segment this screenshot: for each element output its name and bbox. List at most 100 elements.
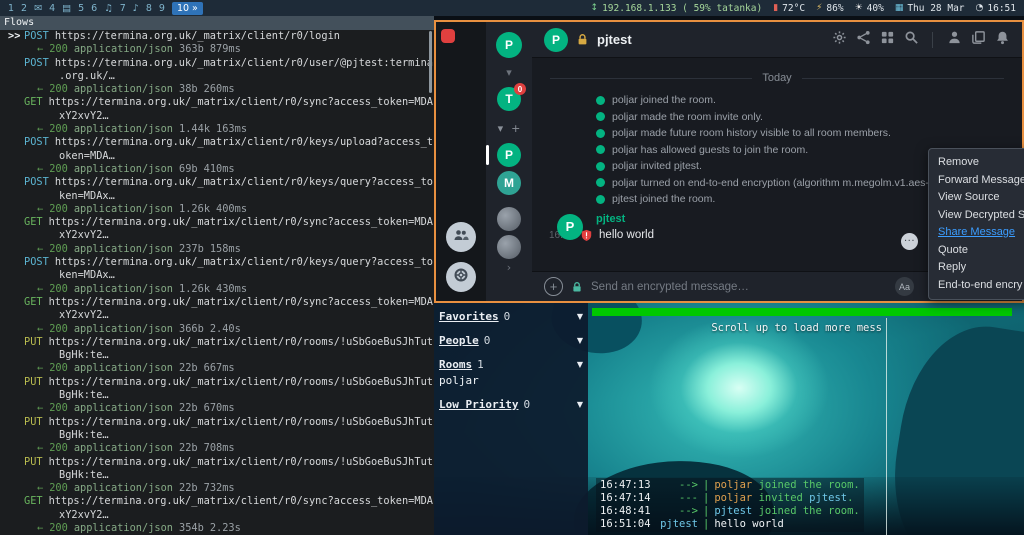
response-time: 708ms [204,442,235,454]
flow-row[interactable]: POSThttps://termina.org.uk/_matrix/clien… [0,57,434,97]
collapse-arrow-icon[interactable]: ▼ [577,360,583,369]
share-room-button[interactable] [855,32,871,48]
collapse-icon[interactable]: ▾ [498,123,504,135]
desktop: 12 ✉ 4 ▤ 56 ♫ 7 ♪ 89 10 » ↕192.168.1.133 ( 59% ta… [0,0,1024,535]
integrations-button[interactable] [879,32,895,48]
flow-row[interactable]: PUThttps://termina.org.uk/_matrix/client… [0,376,434,416]
flow-row[interactable]: GEThttps://termina.org.uk/_matrix/client… [0,296,434,336]
workspace-13[interactable]: 10 » [172,2,203,15]
flow-row[interactable]: POSThttps://termina.org.uk/_matrix/clien… [0,136,434,176]
http-method: GET [24,216,43,228]
http-method: POST [24,176,49,188]
menu-item-quote[interactable]: Quote [929,242,1024,260]
menu-item-share-message[interactable]: Share Message [929,224,1024,242]
response-time: 667ms [204,362,235,374]
collapse-arrow-icon[interactable]: ▼ [577,336,583,345]
workspace-3[interactable]: ✉ [34,3,42,14]
message-input[interactable]: Send an encrypted message… [591,281,887,293]
community-avatar-main[interactable]: P [496,32,522,58]
workspace-4[interactable]: 4 [49,3,55,14]
flow-response-line: ←200application/json1.44k163ms [0,123,434,136]
timeline-event: poljar made the room invite only. [532,109,1022,126]
system-status: ↕192.168.1.133 ( 59% tatanka) ▮72°C ⚡86%… [591,3,1016,14]
workspace-5[interactable]: ▤ [62,3,71,14]
section-header[interactable]: Favorites0▼ [439,310,583,323]
response-time: 163ms [216,123,247,135]
flow-row[interactable]: GEThttps://termina.org.uk/_matrix/client… [0,96,434,136]
room-avatar-m[interactable]: M [497,171,521,195]
scroll-down-chevron-icon[interactable]: › [507,261,511,274]
collapse-arrow-icon[interactable]: ▼ [577,312,583,321]
room-list-item[interactable]: poljar [439,374,583,387]
members-panel-button[interactable] [446,222,476,252]
workspace-9[interactable]: 7 [120,3,126,14]
menu-item-view-decrypted-s[interactable]: View Decrypted S [929,207,1024,225]
response-time: 430ms [216,283,247,295]
response-size: 22b [179,362,198,374]
workspace-7[interactable]: 6 [91,3,97,14]
flow-row[interactable]: GEThttps://termina.org.uk/_matrix/client… [0,495,434,535]
menu-item-view-source[interactable]: View Source [929,189,1024,207]
sender-avatar[interactable]: P [557,214,583,240]
scrollbar-thumb[interactable] [429,31,432,93]
response-arrow-icon: ← [37,163,43,175]
request-url-continued: xY2xvY2… [59,509,109,521]
menu-item-end-to-end-encry[interactable]: End-to-end encry [929,277,1024,295]
menu-item-remove[interactable]: Remove [929,154,1024,172]
flow-row[interactable]: PUThttps://termina.org.uk/_matrix/client… [0,416,434,456]
room-avatar-photo-1[interactable] [497,207,521,231]
member-avatar-dot [596,112,605,121]
help-button[interactable] [446,262,476,292]
room-settings-button[interactable] [831,32,847,48]
flow-request-line: POSThttps://termina.org.uk/_matrix/clien… [0,136,434,149]
room-avatar-p[interactable]: P [497,143,521,167]
workspace-12[interactable]: 9 [159,3,165,14]
notifications-button[interactable] [994,32,1010,48]
add-room-icon[interactable]: + [511,123,520,135]
response-time: 260ms [204,83,235,95]
collapse-arrow-icon[interactable]: ▼ [577,400,583,409]
workspace-1[interactable]: 1 [8,3,14,14]
menu-item-forward-message[interactable]: Forward Message [929,172,1024,190]
temperature-value: 72°C [782,3,805,14]
member-avatar-dot [596,129,605,138]
search-button[interactable] [903,32,919,48]
pane-divider[interactable] [886,318,887,535]
flow-row[interactable]: PUThttps://termina.org.uk/_matrix/client… [0,336,434,376]
workspace-10[interactable]: ♪ [133,3,139,14]
section-header[interactable]: Rooms1▼ [439,358,583,371]
prefix-separator: | [703,479,709,492]
flow-row[interactable]: PUThttps://termina.org.uk/_matrix/client… [0,456,434,496]
section-header[interactable]: Low Priority0▼ [439,398,583,411]
flow-row[interactable]: GEThttps://termina.org.uk/_matrix/client… [0,216,434,256]
workspace-6[interactable]: 5 [78,3,84,14]
room-avatar-photo-2[interactable] [497,235,521,259]
community-avatar-red[interactable] [441,29,455,43]
attachment-button[interactable]: + [544,277,563,296]
message-timestamp: 16:48:41 [600,505,654,518]
request-url-wrap: .org.uk/… [0,70,434,83]
flow-response-line: ←200application/json237b158ms [0,243,434,256]
menu-item-reply[interactable]: Reply [929,259,1024,277]
room-avatar[interactable]: P [544,28,568,52]
event-text: poljar joined the room. [612,94,716,106]
response-arrow-icon: ← [37,482,43,494]
workspace-11[interactable]: 8 [146,3,152,14]
workspace-2[interactable]: 2 [21,3,27,14]
room-avatar-t[interactable]: T0 [497,87,521,111]
flow-row[interactable]: POSThttps://termina.org.uk/_matrix/clien… [0,256,434,296]
room-header: P pjtest [532,22,1022,58]
scroll-up-chevron-icon[interactable]: ▾ [506,66,512,79]
members-button[interactable] [946,32,962,48]
workspace-8[interactable]: ♫ [104,3,113,14]
response-time: 670ms [204,402,235,414]
message-options-button[interactable]: ··· [901,233,918,250]
formatting-button[interactable]: Aa [895,277,914,296]
request-url-continued: xY2xvY2… [59,309,109,321]
status-code: 200 [49,243,68,255]
files-button[interactable] [970,32,986,48]
section-header[interactable]: People0▼ [439,334,583,347]
community-panel [436,22,486,301]
flow-row[interactable]: >>POSThttps://termina.org.uk/_matrix/cli… [0,30,434,57]
flow-row[interactable]: POSThttps://termina.org.uk/_matrix/clien… [0,176,434,216]
